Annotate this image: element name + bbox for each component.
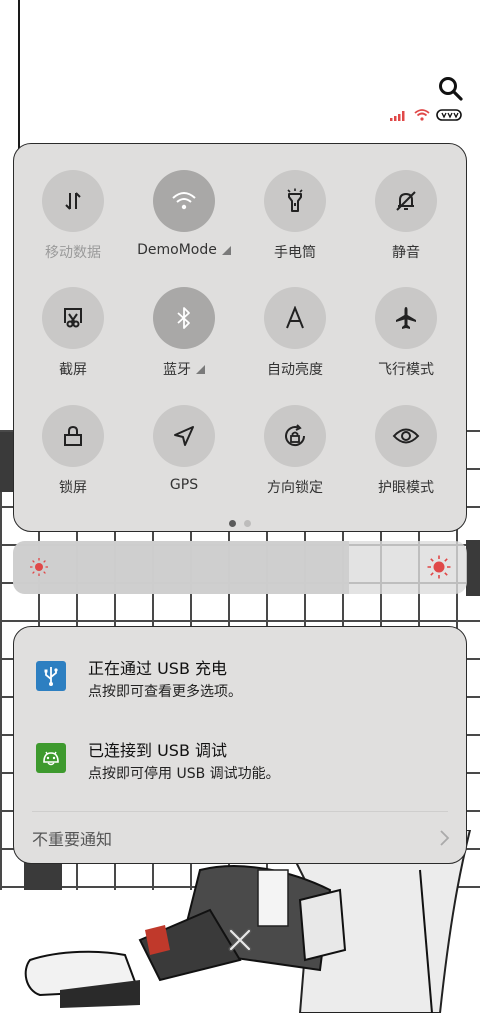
rotation-lock-icon xyxy=(285,424,306,447)
tile-circle[interactable] xyxy=(264,170,326,232)
brightness-fill xyxy=(13,541,349,594)
page-indicator xyxy=(14,520,466,527)
expand-triangle-icon[interactable] xyxy=(221,245,231,255)
notification-usb-debugging[interactable]: 已连接到 USB 调试 点按即可停用 USB 调试功能。 xyxy=(34,737,454,787)
tile-screenshot[interactable]: 截屏 xyxy=(17,287,129,387)
wallpaper-block xyxy=(0,432,14,492)
wifi-icon xyxy=(414,109,430,121)
tile-circle[interactable] xyxy=(153,170,215,232)
tile-label: 静音 xyxy=(392,245,420,261)
page-dot[interactable] xyxy=(244,520,251,527)
notification-panel: 正在通过 USB 充电 点按即可查看更多选项。 已连接到 USB 调试 点按即可… xyxy=(13,626,467,864)
unimportant-notifications-row[interactable]: 不重要通知 xyxy=(32,813,450,863)
tile-wifi[interactable]: DemoMode xyxy=(128,170,240,270)
tile-label: 护眼模式 xyxy=(378,480,434,496)
wallpaper-block xyxy=(466,540,480,596)
tile-circle[interactable] xyxy=(375,405,437,467)
tile-label: 方向锁定 xyxy=(267,480,323,496)
expand-triangle-icon[interactable] xyxy=(196,364,205,374)
mobile-data-icon xyxy=(65,192,81,210)
tile-label: DemoMode xyxy=(137,242,231,258)
android-debug-icon xyxy=(36,743,66,773)
tile-label: 截屏 xyxy=(59,362,87,378)
notification-title: 已连接到 USB 调试 xyxy=(88,741,228,760)
screenshot-icon xyxy=(64,308,82,328)
tile-rotation-lock[interactable]: 方向锁定 xyxy=(239,405,351,505)
unimportant-notifications-label: 不重要通知 xyxy=(32,830,113,849)
tile-label: 移动数据 xyxy=(45,245,101,261)
tile-eye-comfort[interactable]: 护眼模式 xyxy=(350,405,462,505)
wifi-icon xyxy=(172,192,196,210)
notification-subtitle: 点按即可停用 USB 调试功能。 xyxy=(88,766,280,782)
tile-bluetooth[interactable]: 蓝牙 xyxy=(128,287,240,387)
tile-label: 手电筒 xyxy=(274,245,316,261)
tile-circle[interactable] xyxy=(42,170,104,232)
divider xyxy=(32,811,448,812)
notification-subtitle: 点按即可查看更多选项。 xyxy=(88,684,242,700)
tile-label: 锁屏 xyxy=(59,480,87,496)
chevron-right-icon[interactable] xyxy=(438,829,450,847)
location-arrow-icon xyxy=(174,426,194,446)
tile-circle[interactable] xyxy=(153,287,215,349)
wallpaper-line xyxy=(18,0,20,160)
search-button[interactable] xyxy=(438,76,464,102)
airplane-icon xyxy=(396,307,416,329)
usb-icon xyxy=(36,661,66,691)
brightness-slider[interactable] xyxy=(13,541,467,594)
tile-circle[interactable] xyxy=(42,287,104,349)
bell-off-icon xyxy=(396,191,416,211)
page-dot-active[interactable] xyxy=(229,520,236,527)
battery-icon xyxy=(436,109,462,121)
tile-mobile-data[interactable]: 移动数据 xyxy=(17,170,129,270)
tile-label: GPS xyxy=(169,477,199,493)
tile-circle[interactable] xyxy=(375,170,437,232)
auto-brightness-icon xyxy=(286,306,304,329)
quick-settings-panel: 移动数据 DemoMode 手电筒 静音 截屏 蓝牙 自动亮度 飞行模式 锁屏 … xyxy=(13,143,467,532)
tile-flashlight[interactable]: 手电筒 xyxy=(239,170,351,270)
lock-icon xyxy=(64,425,82,446)
brightness-low-icon xyxy=(30,558,48,576)
eye-icon xyxy=(392,428,420,444)
notification-title: 正在通过 USB 充电 xyxy=(88,659,228,678)
tile-circle[interactable] xyxy=(264,287,326,349)
bluetooth-icon xyxy=(177,307,190,329)
tile-circle[interactable] xyxy=(42,405,104,467)
tile-label: 飞行模式 xyxy=(378,362,434,378)
tile-gps[interactable]: GPS xyxy=(128,405,240,505)
brightness-high-icon xyxy=(427,555,451,579)
tile-label: 蓝牙 xyxy=(163,359,205,379)
tile-auto-brightness[interactable]: 自动亮度 xyxy=(239,287,351,387)
tile-circle[interactable] xyxy=(264,405,326,467)
tile-circle[interactable] xyxy=(375,287,437,349)
notification-usb-charging[interactable]: 正在通过 USB 充电 点按即可查看更多选项。 xyxy=(34,655,454,705)
signal-bars-icon xyxy=(390,111,405,121)
tile-mute[interactable]: 静音 xyxy=(350,170,462,270)
status-icons xyxy=(390,109,464,121)
tile-airplane-mode[interactable]: 飞行模式 xyxy=(350,287,462,387)
tile-label-text: DemoMode xyxy=(137,242,217,258)
tile-label-text: 蓝牙 xyxy=(163,362,191,378)
search-icon xyxy=(439,77,463,101)
tile-lock-screen[interactable]: 锁屏 xyxy=(17,405,129,505)
tile-label: 自动亮度 xyxy=(267,362,323,378)
close-icon[interactable] xyxy=(226,926,254,954)
flashlight-icon xyxy=(287,188,303,212)
tile-circle[interactable] xyxy=(153,405,215,467)
